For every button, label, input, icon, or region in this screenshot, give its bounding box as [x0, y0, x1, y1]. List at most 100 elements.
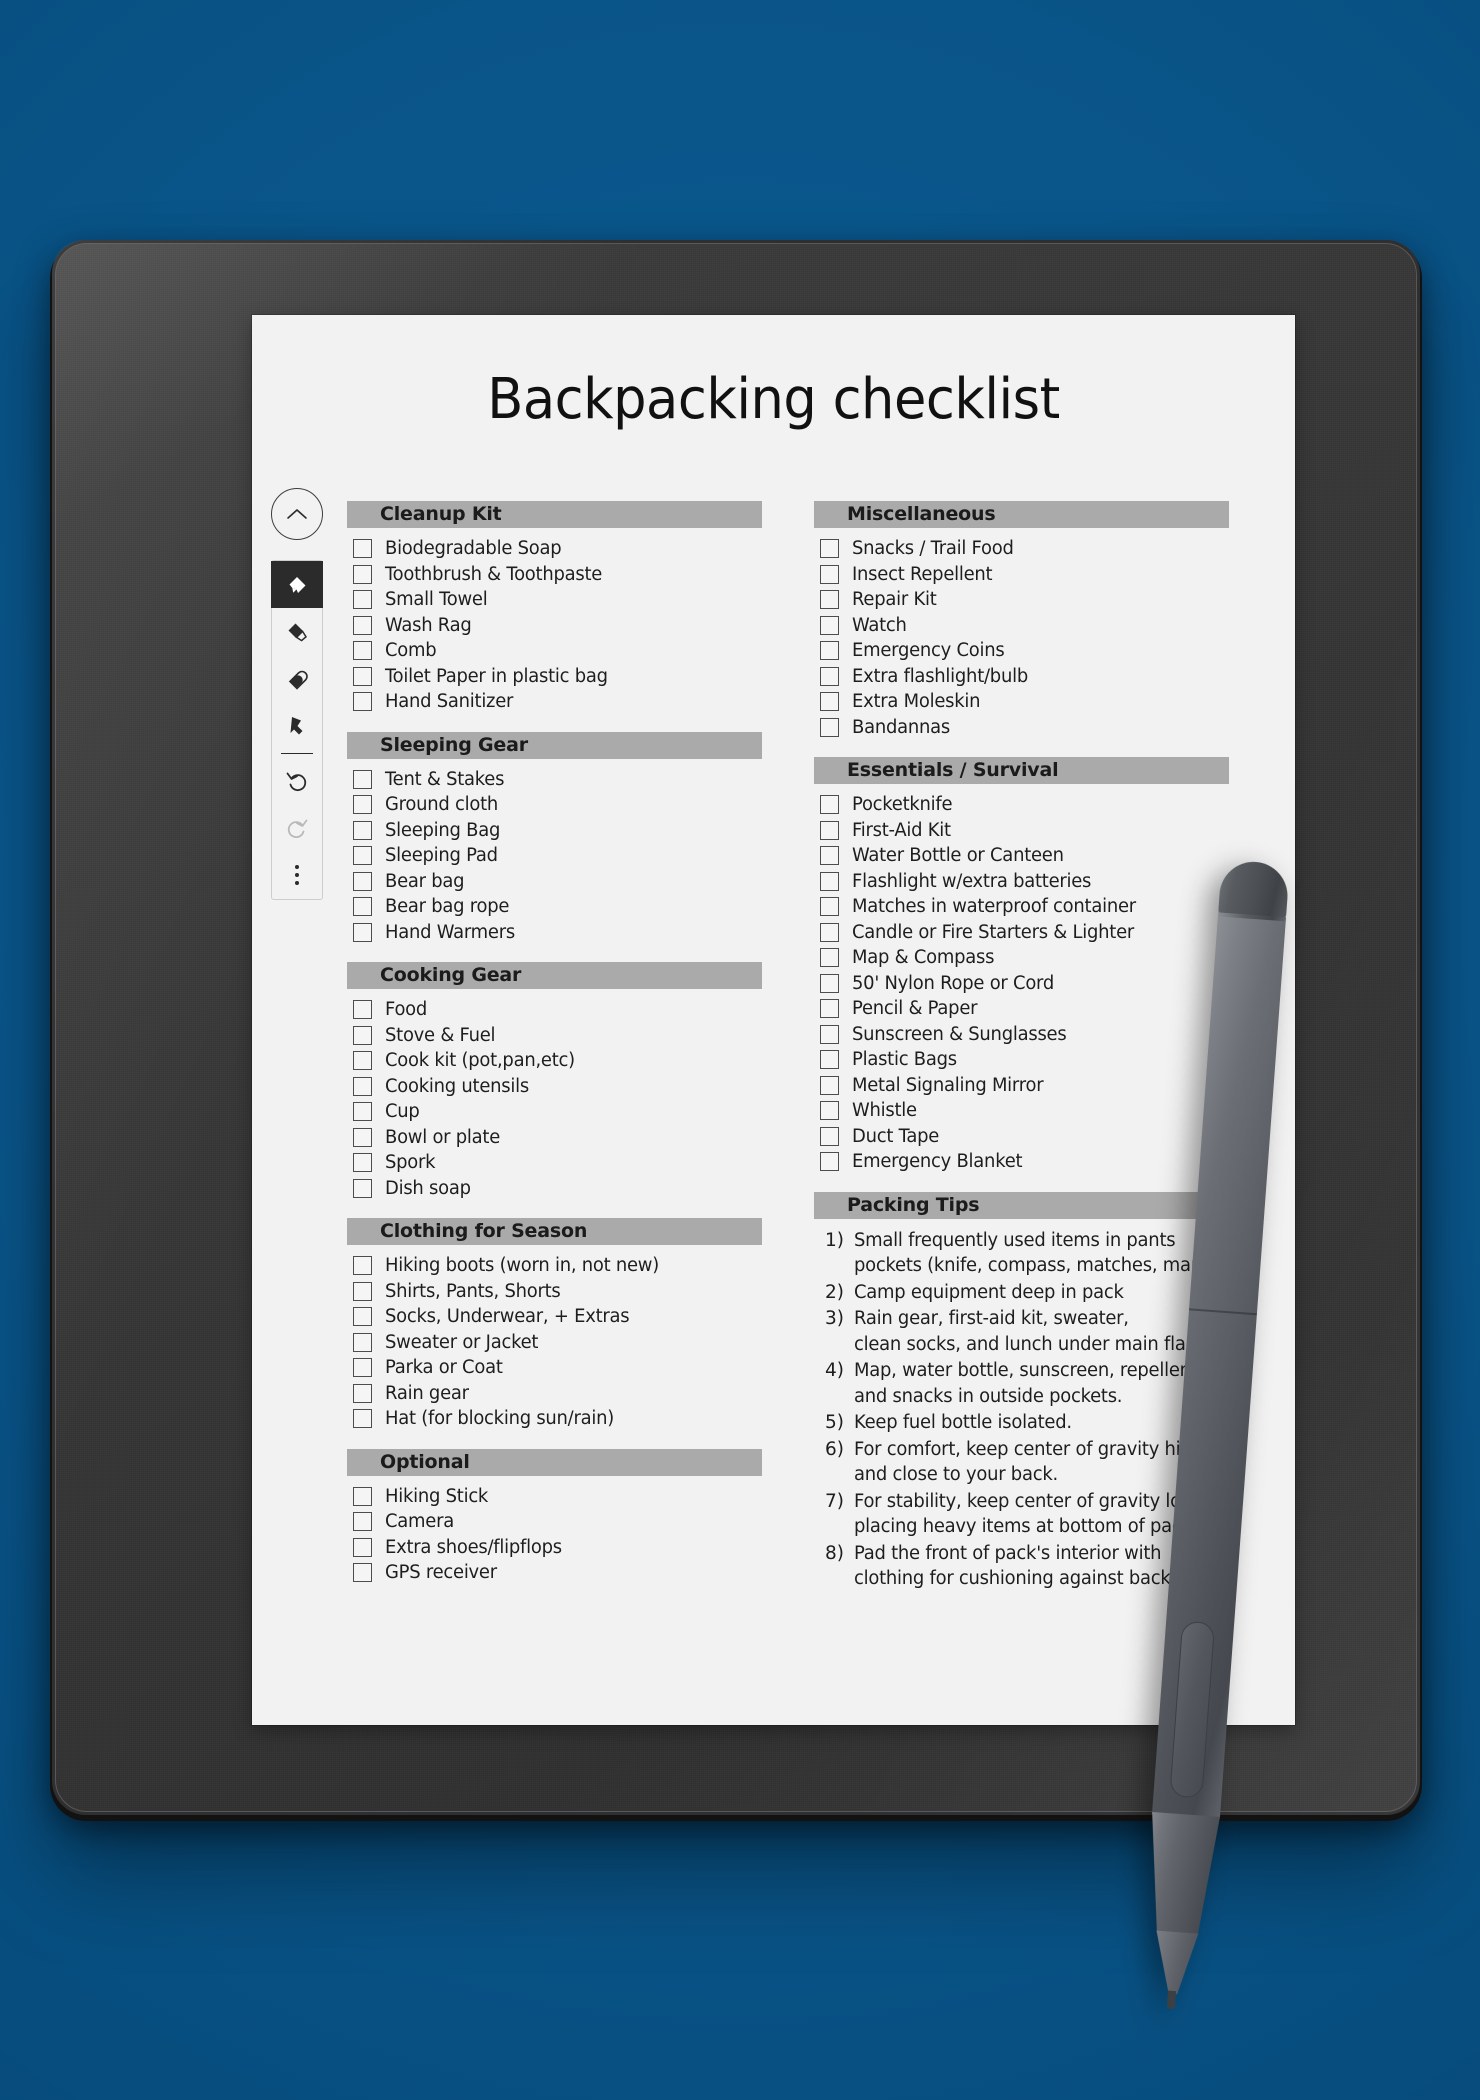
checklist-row[interactable]: First-Aid Kit — [814, 818, 1229, 844]
checklist-row[interactable]: Socks, Underwear, + Extras — [347, 1304, 762, 1330]
checkbox-unchecked-icon[interactable] — [353, 590, 372, 610]
checkbox-unchecked-icon[interactable] — [353, 846, 372, 866]
checkbox-unchecked-icon[interactable] — [353, 922, 372, 942]
checkbox-unchecked-icon[interactable] — [353, 1409, 372, 1429]
checklist-row[interactable]: Extra Moleskin — [814, 689, 1229, 715]
checkbox-unchecked-icon[interactable] — [353, 641, 372, 661]
checklist-row[interactable]: Repair Kit — [814, 587, 1229, 613]
checklist-row[interactable]: Emergency Blanket — [814, 1149, 1229, 1175]
checklist-row[interactable]: Hiking Stick — [347, 1484, 762, 1510]
checklist-row[interactable]: Parka or Coat — [347, 1355, 762, 1381]
checkbox-unchecked-icon[interactable] — [820, 999, 839, 1019]
checklist-row[interactable]: Sleeping Pad — [347, 843, 762, 869]
checklist-row[interactable]: Bandannas — [814, 715, 1229, 741]
checklist-row[interactable]: Hand Warmers — [347, 920, 762, 946]
checklist-row[interactable]: Hand Sanitizer — [347, 689, 762, 715]
checkbox-unchecked-icon[interactable] — [820, 1050, 839, 1070]
checkbox-unchecked-icon[interactable] — [353, 564, 372, 584]
checklist-row[interactable]: Cook kit (pot,pan,etc) — [347, 1048, 762, 1074]
checklist-row[interactable]: Watch — [814, 613, 1229, 639]
checkbox-unchecked-icon[interactable] — [820, 615, 839, 635]
checklist-row[interactable]: Bear bag rope — [347, 894, 762, 920]
checkbox-unchecked-icon[interactable] — [820, 564, 839, 584]
tablet-screen[interactable]: Backpacking checklist Cleanup Kit Biodegr… — [252, 315, 1295, 1725]
checkbox-unchecked-icon[interactable] — [820, 795, 839, 815]
checkbox-unchecked-icon[interactable] — [353, 1332, 372, 1352]
checklist-row[interactable]: Extra shoes/flipflops — [347, 1535, 762, 1561]
checklist-row[interactable]: Spork — [347, 1150, 762, 1176]
checkbox-unchecked-icon[interactable] — [353, 666, 372, 686]
checkbox-unchecked-icon[interactable] — [353, 1486, 372, 1506]
checkbox-unchecked-icon[interactable] — [353, 820, 372, 840]
checklist-row[interactable]: Bear bag — [347, 869, 762, 895]
checklist-row[interactable]: Flashlight w/extra batteries — [814, 869, 1229, 895]
checklist-row[interactable]: Stove & Fuel — [347, 1023, 762, 1049]
checkbox-unchecked-icon[interactable] — [353, 1256, 372, 1276]
checkbox-unchecked-icon[interactable] — [820, 717, 839, 737]
checklist-row[interactable]: Hat (for blocking sun/rain) — [347, 1406, 762, 1432]
checklist-row[interactable]: Wash Rag — [347, 613, 762, 639]
checkbox-unchecked-icon[interactable] — [353, 1537, 372, 1557]
checkbox-unchecked-icon[interactable] — [820, 1101, 839, 1121]
checkbox-unchecked-icon[interactable] — [353, 1102, 372, 1122]
checklist-row[interactable]: Snacks / Trail Food — [814, 536, 1229, 562]
checklist-row[interactable]: Metal Signaling Mirror — [814, 1073, 1229, 1099]
checkbox-unchecked-icon[interactable] — [353, 1153, 372, 1173]
checklist-row[interactable]: Toilet Paper in plastic bag — [347, 664, 762, 690]
checklist-row[interactable]: Pocketknife — [814, 792, 1229, 818]
checkbox-unchecked-icon[interactable] — [353, 1025, 372, 1045]
checklist-row[interactable]: Camera — [347, 1509, 762, 1535]
checkbox-unchecked-icon[interactable] — [820, 1075, 839, 1095]
checklist-row[interactable]: Food — [347, 997, 762, 1023]
checkbox-unchecked-icon[interactable] — [820, 692, 839, 712]
checkbox-unchecked-icon[interactable] — [820, 590, 839, 610]
checklist-row[interactable]: Sweater or Jacket — [347, 1330, 762, 1356]
checkbox-unchecked-icon[interactable] — [353, 897, 372, 917]
checkbox-unchecked-icon[interactable] — [820, 871, 839, 891]
checklist-row[interactable]: Hiking boots (worn in, not new) — [347, 1253, 762, 1279]
checklist-row[interactable]: Cooking utensils — [347, 1074, 762, 1100]
checkbox-unchecked-icon[interactable] — [353, 1563, 372, 1583]
checkbox-unchecked-icon[interactable] — [353, 795, 372, 815]
checklist-row[interactable]: Insect Repellent — [814, 562, 1229, 588]
checkbox-unchecked-icon[interactable] — [820, 539, 839, 559]
checkbox-unchecked-icon[interactable] — [820, 1024, 839, 1044]
checkbox-unchecked-icon[interactable] — [353, 615, 372, 635]
checkbox-unchecked-icon[interactable] — [820, 922, 839, 942]
checklist-row[interactable]: Biodegradable Soap — [347, 536, 762, 562]
checklist-row[interactable]: Whistle — [814, 1098, 1229, 1124]
checklist-row[interactable]: Water Bottle or Canteen — [814, 843, 1229, 869]
checklist-row[interactable]: Duct Tape — [814, 1124, 1229, 1150]
checkbox-unchecked-icon[interactable] — [353, 1307, 372, 1327]
checkbox-unchecked-icon[interactable] — [353, 1383, 372, 1403]
checklist-row[interactable]: Candle or Fire Starters & Lighter — [814, 920, 1229, 946]
checklist-row[interactable]: Emergency Coins — [814, 638, 1229, 664]
checkbox-unchecked-icon[interactable] — [820, 948, 839, 968]
checkbox-unchecked-icon[interactable] — [353, 1076, 372, 1096]
checkbox-unchecked-icon[interactable] — [353, 769, 372, 789]
checklist-row[interactable]: Map & Compass — [814, 945, 1229, 971]
checkbox-unchecked-icon[interactable] — [353, 1512, 372, 1532]
checklist-row[interactable]: 50' Nylon Rope or Cord — [814, 971, 1229, 997]
checklist-row[interactable]: GPS receiver — [347, 1560, 762, 1586]
checkbox-unchecked-icon[interactable] — [353, 1178, 372, 1198]
checklist-row[interactable]: Ground cloth — [347, 792, 762, 818]
checkbox-unchecked-icon[interactable] — [353, 871, 372, 891]
checklist-row[interactable]: Sleeping Bag — [347, 818, 762, 844]
checklist-row[interactable]: Bowl or plate — [347, 1125, 762, 1151]
checklist-row[interactable]: Shirts, Pants, Shorts — [347, 1279, 762, 1305]
checklist-row[interactable]: Extra flashlight/bulb — [814, 664, 1229, 690]
checkbox-unchecked-icon[interactable] — [820, 846, 839, 866]
checklist-row[interactable]: Pencil & Paper — [814, 996, 1229, 1022]
checklist-row[interactable]: Plastic Bags — [814, 1047, 1229, 1073]
checkbox-unchecked-icon[interactable] — [353, 1281, 372, 1301]
checkbox-unchecked-icon[interactable] — [820, 641, 839, 661]
checklist-row[interactable]: Comb — [347, 638, 762, 664]
checklist-row[interactable]: Matches in waterproof container — [814, 894, 1229, 920]
checkbox-unchecked-icon[interactable] — [353, 539, 372, 559]
checkbox-unchecked-icon[interactable] — [820, 820, 839, 840]
checkbox-unchecked-icon[interactable] — [820, 897, 839, 917]
checklist-row[interactable]: Dish soap — [347, 1176, 762, 1202]
checklist-row[interactable]: Rain gear — [347, 1381, 762, 1407]
checkbox-unchecked-icon[interactable] — [353, 692, 372, 712]
